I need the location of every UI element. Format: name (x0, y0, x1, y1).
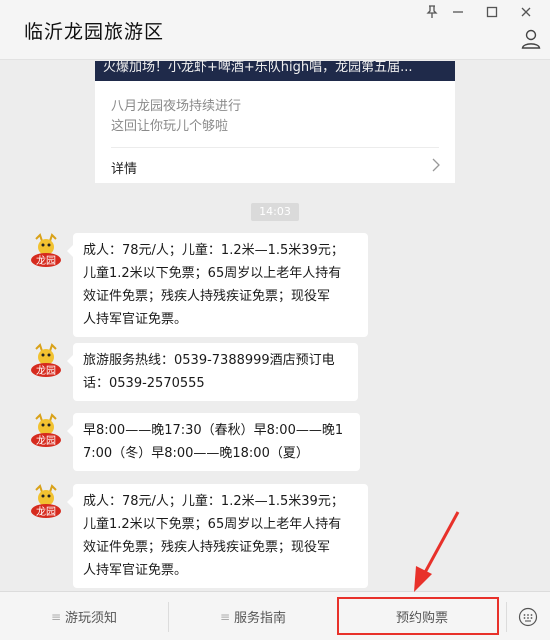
longyuan-logo-icon: 龙园 (31, 413, 61, 447)
svg-text:龙园: 龙园 (36, 434, 56, 447)
message-bubble[interactable]: 成人：78元/人；儿童：1.2米—1.5米39元； 儿童1.2米以下免票；65周… (67, 233, 368, 337)
message-text-line: 效证件免票；残疾人持残疾证免票；现役军 (83, 540, 331, 555)
menu-list-icon: ≡ (50, 609, 62, 624)
window-title: 临沂龙园旅游区 (24, 21, 165, 43)
chat-area[interactable]: 火爆加场！小龙虾+啤酒+乐队high唱，龙园第五届... 八月龙园夜场持续进行 … (0, 61, 550, 591)
message-bubble[interactable]: 早8:00——晚17:30（春秋）早8:00——晚1 7:00（冬）早8:00—… (67, 413, 360, 471)
svg-text:龙园: 龙园 (36, 505, 56, 518)
article-card[interactable]: 火爆加场！小龙虾+啤酒+乐队high唱，龙园第五届... 八月龙园夜场持续进行 … (95, 61, 455, 183)
article-description: 八月龙园夜场持续进行 这回让你玩儿个够啦 (111, 97, 241, 137)
svg-text:龙园: 龙园 (36, 364, 56, 377)
title-bar: 临沂龙园旅游区 (0, 0, 550, 60)
article-desc-line: 八月龙园夜场持续进行 (111, 99, 242, 114)
chevron-right-icon (432, 158, 440, 172)
message-text-line: 成人：78元/人；儿童：1.2米—1.5米39元； (83, 243, 344, 258)
pin-icon (426, 5, 438, 18)
longyuan-logo-icon: 龙园 (31, 343, 61, 377)
article-desc-line: 这回让你玩儿个够啦 (111, 119, 229, 134)
message-text-line: 话：0539-2570555 (83, 376, 205, 391)
longyuan-logo-icon: 龙园 (31, 484, 61, 518)
message-text-line: 人持军官证免票。 (83, 563, 188, 578)
message-text-line: 儿童1.2米以下免票；65周岁以上老年人持有 (83, 266, 342, 281)
menu-item-guide[interactable]: ≡ 游玩须知 (0, 592, 168, 640)
article-banner[interactable]: 火爆加场！小龙虾+啤酒+乐队high唱，龙园第五届... (95, 61, 455, 81)
menu-item-label: 游玩须知 (65, 611, 118, 626)
minimize-button[interactable] (444, 2, 472, 22)
maximize-button[interactable] (478, 2, 506, 22)
message-bubble[interactable]: 旅游服务热线：0539-7388999酒店预订电 话：0539-2570555 (67, 343, 358, 401)
message-text-line: 7:00（冬）早8:00——晚18:00（夏） (83, 446, 309, 461)
keyboard-icon (518, 607, 538, 626)
avatar[interactable]: 龙园 (28, 413, 64, 449)
article-detail-link[interactable]: 详情 (111, 158, 137, 177)
maximize-icon (486, 6, 498, 18)
message-timestamp: 14:03 (251, 203, 299, 221)
menu-item-service[interactable]: ≡ 服务指南 (169, 592, 337, 640)
close-icon (521, 7, 531, 17)
profile-button[interactable] (520, 28, 544, 52)
close-button[interactable] (512, 2, 540, 22)
svg-text:龙园: 龙园 (36, 254, 56, 267)
avatar[interactable]: 龙园 (28, 484, 64, 520)
user-icon (521, 29, 541, 49)
annotation-highlight-box (337, 597, 499, 635)
pin-button[interactable] (418, 2, 446, 22)
message-text-line: 旅游服务热线：0539-7388999酒店预订电 (83, 353, 335, 368)
keyboard-toggle-button[interactable] (506, 592, 550, 640)
divider (111, 147, 439, 148)
avatar[interactable]: 龙园 (28, 343, 64, 379)
article-banner-title: 火爆加场！小龙虾+啤酒+乐队high唱，龙园第五届... (103, 61, 413, 75)
minimize-icon (453, 11, 463, 13)
avatar[interactable]: 龙园 (28, 233, 64, 269)
message-bubble[interactable]: 成人：78元/人；儿童：1.2米—1.5米39元； 儿童1.2米以下免票；65周… (67, 484, 368, 588)
message-text-line: 成人：78元/人；儿童：1.2米—1.5米39元； (83, 494, 344, 509)
message-text-line: 人持军官证免票。 (83, 312, 188, 327)
message-text-line: 早8:00——晚17:30（春秋）早8:00——晚1 (83, 423, 344, 438)
message-text-line: 效证件免票；残疾人持残疾证免票；现役军 (83, 289, 331, 304)
longyuan-logo-icon: 龙园 (31, 233, 61, 267)
message-text-line: 儿童1.2米以下免票；65周岁以上老年人持有 (83, 517, 342, 532)
menu-item-label: 服务指南 (234, 611, 287, 626)
menu-list-icon: ≡ (219, 609, 231, 624)
